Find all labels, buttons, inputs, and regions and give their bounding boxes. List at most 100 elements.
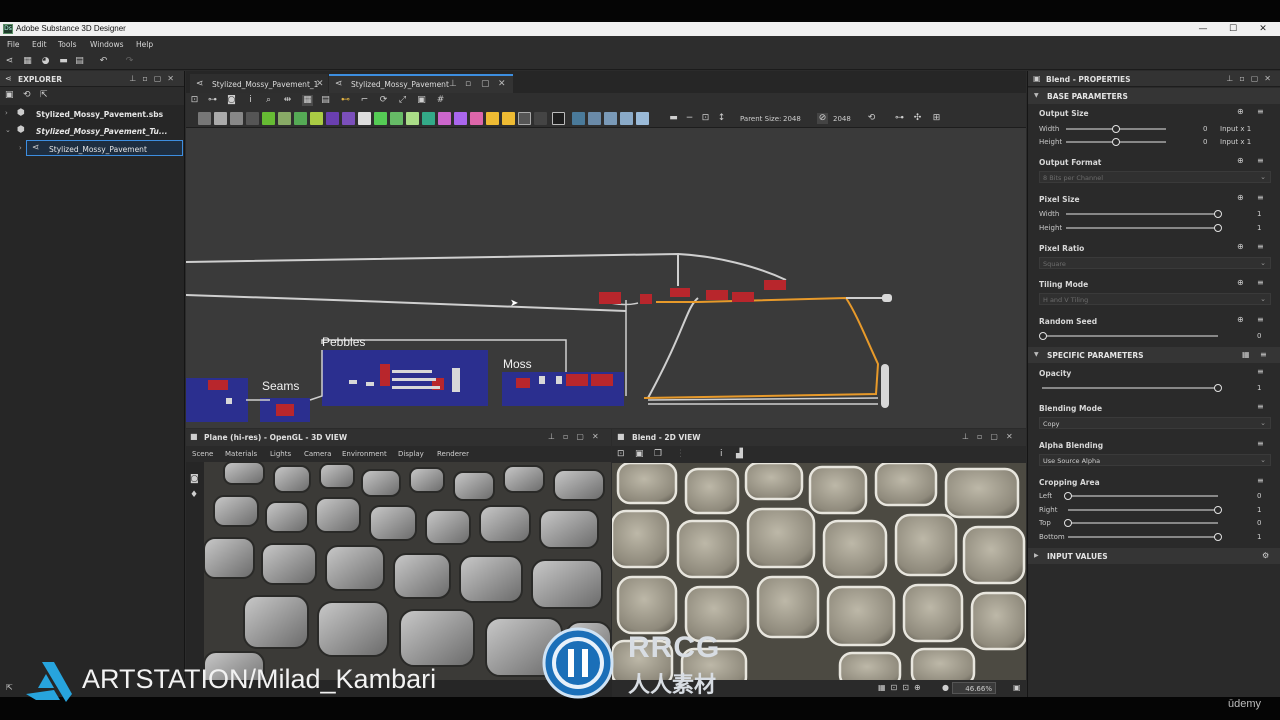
levels-icon[interactable]: [294, 112, 307, 125]
histogram-icon[interactable]: ▟: [736, 449, 743, 459]
copy-image-icon[interactable]: ❐: [654, 449, 662, 459]
crop-top-knob[interactable]: [1064, 519, 1072, 527]
section-specific-parameters[interactable]: ▼ SPECIFIC PARAMETERS ▦ ≡: [1028, 347, 1280, 363]
lock-ratio-icon[interactable]: ⊘: [817, 113, 828, 124]
warning-node-icon[interactable]: [486, 112, 499, 125]
menu-file[interactable]: File: [7, 40, 20, 49]
value-processor-icon[interactable]: [454, 112, 467, 125]
parameter-menu-icon[interactable]: ≡: [1257, 315, 1264, 324]
export-node-icon[interactable]: ⊡: [700, 113, 711, 124]
tree-item-package-2[interactable]: ⌄ ⬢ Stylized_Mossy_Pavement_Tu...: [0, 123, 184, 139]
menu-display[interactable]: Display: [398, 450, 424, 458]
channel-icon[interactable]: ●: [942, 683, 949, 692]
blur-icon[interactable]: [342, 112, 355, 125]
comment-node-icon[interactable]: [534, 112, 547, 125]
menu-help[interactable]: Help: [136, 40, 153, 49]
connect-icon[interactable]: ⊷: [340, 95, 351, 106]
pixel-width-slider[interactable]: [1066, 213, 1218, 215]
tab-graph-2[interactable]: ⋖ Stylized_Mossy_Pavement ⊥ ▫ ▢ ✕: [329, 74, 513, 93]
frame-all-icon[interactable]: ⊡: [189, 95, 200, 106]
pixel-height-value[interactable]: 1: [1257, 224, 1261, 232]
parameter-function-icon[interactable]: ⊕: [1237, 107, 1244, 116]
output-width-relative[interactable]: Input x 1: [1220, 125, 1251, 133]
input-node-icon[interactable]: [588, 112, 601, 125]
crop-top-slider[interactable]: [1068, 522, 1218, 524]
blend-node-icon[interactable]: [604, 112, 617, 125]
svg-node-icon[interactable]: [214, 112, 227, 125]
substance-icon[interactable]: ◕: [40, 56, 51, 67]
output-format-dropdown[interactable]: 8 Bits per Channel ⌄: [1039, 171, 1271, 183]
parameter-function-icon[interactable]: ⊕: [1237, 193, 1244, 202]
parameter-menu-icon[interactable]: ≡: [1257, 367, 1264, 376]
preset-icon[interactable]: ▦: [1242, 350, 1250, 359]
parameter-function-icon[interactable]: ⊕: [1237, 278, 1244, 287]
layout-icon[interactable]: ▦: [302, 95, 313, 106]
crop-bottom-slider[interactable]: [1068, 536, 1218, 538]
opacity-value[interactable]: 1: [1257, 384, 1261, 392]
settings-icon[interactable]: ⚙: [1262, 551, 1269, 560]
link-nodes-icon[interactable]: ⊶: [894, 113, 905, 124]
maximize-panel-icon[interactable]: ▢: [481, 79, 490, 89]
output-height-value[interactable]: 0: [1203, 138, 1207, 146]
camera-icon[interactable]: ◙: [226, 95, 237, 106]
light-tool-icon[interactable]: ♦: [190, 490, 198, 500]
tree-item-package-1[interactable]: › ⬢ Stylized_Mossy_Pavement.sbs: [0, 106, 184, 122]
save-image-icon[interactable]: ▣: [635, 449, 644, 459]
minus-icon[interactable]: −: [684, 113, 695, 124]
save-all-icon[interactable]: ▣: [5, 90, 14, 100]
collapse-arrow-icon[interactable]: ⌄: [5, 126, 11, 134]
export-icon[interactable]: ⇱: [40, 90, 48, 100]
menu-scene[interactable]: Scene: [192, 450, 213, 458]
align-icon[interactable]: ⊶: [207, 95, 218, 106]
transform-icon[interactable]: [246, 112, 259, 125]
info-icon[interactable]: i: [720, 449, 723, 459]
snapshot-icon[interactable]: ▣: [416, 95, 427, 106]
random-seed-slider[interactable]: [1042, 335, 1218, 337]
menu-edit[interactable]: Edit: [32, 40, 47, 49]
crop-right-value[interactable]: 1: [1257, 506, 1261, 514]
new-graph-icon[interactable]: ⋖: [4, 56, 15, 67]
link-icon[interactable]: ⇹: [282, 95, 293, 106]
curve-icon[interactable]: [278, 112, 291, 125]
crop-left-value[interactable]: 0: [1257, 492, 1261, 500]
random-seed-value[interactable]: 0: [1257, 332, 1261, 340]
save-icon[interactable]: ▤: [74, 56, 85, 67]
uniform-color-icon[interactable]: [230, 112, 243, 125]
close-button[interactable]: ✕: [1248, 22, 1278, 36]
properties-panel-controls[interactable]: ⊥▫▢✕: [1226, 74, 1277, 83]
move-icon[interactable]: ✣: [912, 113, 923, 124]
reset-icon[interactable]: ⟲: [866, 113, 877, 124]
close-tab-icon[interactable]: ✕: [316, 79, 324, 89]
menu-tools[interactable]: Tools: [58, 40, 76, 49]
fxmap-icon[interactable]: [422, 112, 435, 125]
route-icon[interactable]: ⌐: [359, 95, 370, 106]
passthrough-node-icon[interactable]: [636, 112, 649, 125]
section-input-values[interactable]: ▶ INPUT VALUES ⚙: [1028, 548, 1280, 564]
opacity-slider[interactable]: [1042, 387, 1218, 389]
normal-icon[interactable]: [358, 112, 371, 125]
hsl-icon[interactable]: [310, 112, 323, 125]
parameter-menu-icon[interactable]: ≡: [1257, 278, 1264, 287]
bitmap-node-icon[interactable]: [198, 112, 211, 125]
distance-icon[interactable]: [390, 112, 403, 125]
parameter-menu-icon[interactable]: ≡: [1257, 107, 1264, 116]
explorer-panel-controls[interactable]: ⊥▫▢✕: [129, 74, 180, 83]
minimize-button[interactable]: —: [1188, 22, 1218, 36]
crop-bottom-value[interactable]: 1: [1257, 533, 1261, 541]
section-base-parameters[interactable]: ▼ BASE PARAMETERS: [1028, 88, 1280, 104]
pixel-width-knob[interactable]: [1214, 210, 1222, 218]
expand-arrow-icon[interactable]: ›: [19, 144, 22, 152]
fit-icon[interactable]: ⤢: [397, 95, 408, 106]
channels-shuffle-icon[interactable]: [406, 112, 419, 125]
view3d-panel-controls[interactable]: ⊥▫▢✕: [548, 432, 607, 441]
alpha-blending-dropdown[interactable]: Use Source Alpha ⌄: [1039, 454, 1271, 466]
blending-mode-dropdown[interactable]: Copy ⌄: [1039, 417, 1271, 429]
gradient-map-icon[interactable]: [262, 112, 275, 125]
parameter-function-icon[interactable]: ⊕: [1237, 242, 1244, 251]
status-icon[interactable]: ⇱: [6, 683, 13, 692]
parameter-menu-icon[interactable]: ≡: [1257, 193, 1264, 202]
table-icon[interactable]: ▤: [320, 95, 331, 106]
parent-size-value[interactable]: 2048: [783, 115, 801, 123]
comment-icon[interactable]: ▬: [668, 113, 679, 124]
crop-bottom-knob[interactable]: [1214, 533, 1222, 541]
